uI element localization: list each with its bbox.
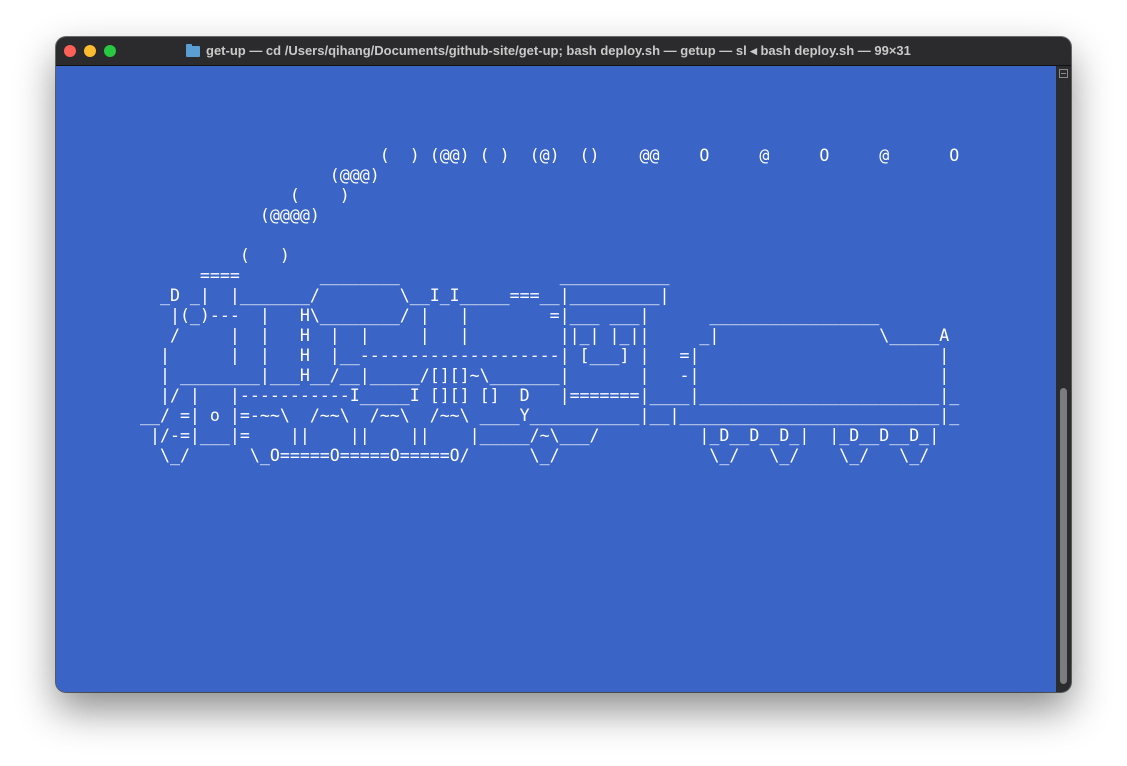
folder-icon <box>186 43 200 57</box>
close-button[interactable] <box>64 45 76 57</box>
vertical-scrollbar[interactable] <box>1056 66 1071 692</box>
scrollbar-thumb[interactable] <box>1060 388 1067 684</box>
window-title-text: get-up — cd /Users/qihang/Documents/gith… <box>206 43 911 58</box>
minimize-button[interactable] <box>84 45 96 57</box>
window-title: get-up — cd /Users/qihang/Documents/gith… <box>186 37 911 65</box>
scroll-split-icon[interactable] <box>1059 69 1068 78</box>
title-bar[interactable]: get-up — cd /Users/qihang/Documents/gith… <box>56 37 1071 66</box>
zoom-button[interactable] <box>104 45 116 57</box>
steam-locomotive-ascii-art: ( ) (@@) ( ) (@) () @@ O @ O @ O (@@@) (… <box>139 146 960 465</box>
terminal-window: get-up — cd /Users/qihang/Documents/gith… <box>56 37 1071 692</box>
terminal-content[interactable]: ( ) (@@) ( ) (@) () @@ O @ O @ O (@@@) (… <box>56 66 1056 692</box>
